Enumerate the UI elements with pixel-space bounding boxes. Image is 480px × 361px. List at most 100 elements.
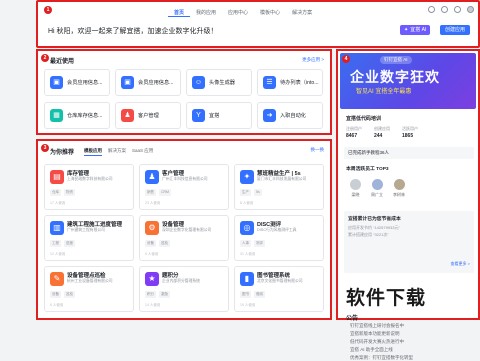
nav-tab-home[interactable]: 首页 xyxy=(168,7,191,17)
section-badge-4: 4 xyxy=(342,55,350,63)
tab-templates[interactable]: 模板应用 xyxy=(84,148,102,156)
recommend-panel: 3 为你推荐 模板应用 解决方案 SaaS 应用 换一换 ▤ 库存管理 上海民政数字… xyxy=(36,139,332,320)
notice-item[interactable]: 低代码开发大赛火热进行中 xyxy=(350,339,404,345)
template-app-card[interactable]: ▥ 建筑工程施工进度管理 广州建筑工程有限公司 工程 进度 12 人使用 xyxy=(44,215,134,261)
recent-app-card[interactable]: ☺ 头像生成器 xyxy=(186,69,252,96)
disc-icon: ◎ xyxy=(240,221,254,235)
nav-tab-solutions[interactable]: 解决方案 xyxy=(286,7,318,17)
template-title: DISC测评 xyxy=(257,222,282,228)
warehouse-icon: ▦ xyxy=(50,109,63,122)
recent-app-card[interactable]: ▦ 仓库库存信息... xyxy=(44,102,110,129)
template-app-card[interactable]: ★ 题积分 企业内部积分管理系统 积分 激励 14 人使用 xyxy=(139,266,229,312)
customer-icon: ♟ xyxy=(121,109,134,122)
recent-app-card[interactable]: ➜ 入职自动化 xyxy=(257,102,323,129)
nav-tab-my-apps[interactable]: 我的应用 xyxy=(190,7,222,17)
tab-solutions[interactable]: 解决方案 xyxy=(108,148,126,156)
customer-icon: ♟ xyxy=(145,170,159,184)
template-tag: 物资 xyxy=(64,189,75,196)
template-desc: DISC行为风格测评工具 xyxy=(257,228,297,232)
template-app-card[interactable]: ♟ 客户管理 广州汇丰科技信息有限公司 销售 CRM 23 人使用 xyxy=(139,164,229,210)
template-desc: 广州建筑工程有限公司 xyxy=(67,228,105,232)
create-app-button[interactable]: 创建应用 xyxy=(440,25,471,35)
template-title: 客户管理 xyxy=(162,171,185,177)
stat-active: 活跃用户 1865 xyxy=(402,126,418,139)
template-app-card[interactable]: ◎ DISC测评 DISC行为风格测评工具 人事 测评 31 人使用 xyxy=(234,215,324,261)
recent-app-card[interactable]: ▣ 会员应用信息... xyxy=(44,69,110,96)
notice-item[interactable]: 优秀案例：钉钉宜搭数字化转型 xyxy=(350,355,413,361)
nav-tab-app-center[interactable]: 应用中心 xyxy=(222,7,254,17)
savings-more-link[interactable]: 查看更多 > xyxy=(451,261,470,267)
bell-icon[interactable] xyxy=(441,6,448,13)
training-stats: 注册用户 8467 创建应用 244 活跃用户 1865 xyxy=(346,126,418,139)
template-tag: 巡检 xyxy=(159,240,170,247)
book-icon: ▮ xyxy=(240,272,254,286)
joined-text: 已完成新手教程36人 xyxy=(348,150,390,155)
template-usage: 12 人使用 xyxy=(50,252,66,256)
avatar xyxy=(371,179,383,190)
top-icons xyxy=(428,6,474,13)
help-icon[interactable] xyxy=(428,6,435,13)
promo-banner[interactable]: 钉钉宜搭 AI 企业数字狂欢 智见AI 宜搭全年最惠 xyxy=(340,53,476,109)
template-app-card[interactable]: ✎ 设备管理点巡检 杭州工业设备管理有限公司 设备 巡检 6 人使用 xyxy=(44,266,134,312)
stat-registered: 注册用户 8467 xyxy=(346,126,362,139)
settings-icon[interactable] xyxy=(454,6,461,13)
recent-apps-title: 最近使用 xyxy=(50,59,75,65)
nav-tab-template-center[interactable]: 模板中心 xyxy=(254,7,286,17)
recent-app-card[interactable]: ♟ 客户管理 xyxy=(115,102,181,129)
template-tag: 巡检 xyxy=(64,291,75,298)
tab-saas[interactable]: SaaS 应用 xyxy=(132,148,153,156)
recent-app-label: 会员应用信息... xyxy=(67,80,103,86)
top3-person: 梁晓 xyxy=(350,179,361,198)
template-tag: 销售 xyxy=(145,189,156,196)
template-desc: 企业内部积分管理系统 xyxy=(162,279,200,283)
savings-line-2: 累计搭建应用 “3221次” xyxy=(348,232,389,237)
template-app-card[interactable]: ✦ 慧班精益生产 | 5s 厦门市汇丰科技发展有限公司 生产 5s 8 人使用 xyxy=(234,164,324,210)
template-tag: 5s xyxy=(254,189,262,196)
construction-icon: ▥ xyxy=(50,221,64,235)
welcome-message: Hi 秋阳，欢迎一起来了解宜搭，加速企业数字化升级！ xyxy=(48,28,218,35)
recent-app-card[interactable]: ▣ 会员应用信息... xyxy=(115,69,181,96)
person-name: 李树林 xyxy=(393,192,405,197)
recent-more-link[interactable]: 更多应用 > xyxy=(302,57,324,63)
onboarding-icon: ➜ xyxy=(263,109,276,122)
template-title: 图书管理系统 xyxy=(257,273,291,279)
recent-app-card[interactable]: ☰ 待办列表（into... xyxy=(257,69,323,96)
template-app-card[interactable]: ⚙ 设备管理 深圳企业数字化管理有限公司 设备 巡检 9 人使用 xyxy=(139,215,229,261)
template-usage: 19 人使用 xyxy=(240,303,256,307)
template-app-card[interactable]: ▤ 库存管理 上海民政数字科技有限公司 仓库 物资 17 人使用 xyxy=(44,164,134,210)
savings-line-1: 应用开发节约 “142579933元” xyxy=(348,225,400,230)
stat-value: 8467 xyxy=(346,133,358,139)
top3-list: 梁晓 周广立 李树林 xyxy=(350,179,405,198)
template-tags: 人事 测评 xyxy=(240,240,265,247)
yida-ai-button[interactable]: ✦ 宜搭 AI xyxy=(400,25,431,35)
notice-item[interactable]: 宜搭 AI 助手全面上线 xyxy=(350,347,393,353)
notice-item[interactable]: 钉钉宜搭线上研讨会报名中 xyxy=(350,323,404,329)
notice-title: 公告 xyxy=(346,316,359,322)
template-app-card[interactable]: ▮ 图书管理系统 北京文化图书管理有限公司 图书 借阅 19 人使用 xyxy=(234,266,324,312)
stat-label: 创建应用 xyxy=(374,126,390,131)
recent-app-card[interactable]: Y 宜搭 xyxy=(186,102,252,129)
notice-item[interactable]: 宜搭新版本功能更新说明 xyxy=(350,331,400,337)
template-title: 设备管理 xyxy=(162,222,185,228)
training-title: 宜搭低代码培训 xyxy=(346,116,382,122)
section-badge-3: 3 xyxy=(41,144,49,152)
recent-app-label: 仓库库存信息... xyxy=(67,113,103,119)
recent-apps-panel: 2 最近使用 更多应用 > ▣ 会员应用信息... ▣ 会员应用信息... ☺ 头像生成器… xyxy=(36,49,332,135)
section-badge-1: 1 xyxy=(44,6,52,14)
refresh-link[interactable]: 换一换 xyxy=(311,147,325,153)
recent-app-label: 待办列表（into... xyxy=(280,80,319,86)
banner-subtitle: 智见AI 宜搭全年最惠 xyxy=(356,89,412,95)
stat-apps: 创建应用 244 xyxy=(374,126,390,139)
template-tag: 仓库 xyxy=(50,189,61,196)
avatar xyxy=(350,179,361,190)
template-desc: 杭州工业设备管理有限公司 xyxy=(67,279,113,283)
template-tag: 借阅 xyxy=(254,291,265,298)
template-desc: 上海民政数字科技有限公司 xyxy=(67,177,113,181)
avatar-icon: ☺ xyxy=(192,76,205,89)
user-icon[interactable] xyxy=(467,6,474,13)
section-badge-2: 2 xyxy=(41,54,49,62)
recent-app-label: 会员应用信息... xyxy=(138,80,174,86)
top-header: 1 首页 我的应用 应用中心 模板中心 解决方案 Hi 秋阳，欢迎一起来了解宜搭… xyxy=(36,0,480,48)
banner-tag: 钉钉宜搭 AI xyxy=(380,56,412,64)
sparkle-icon: ✦ xyxy=(404,27,409,33)
